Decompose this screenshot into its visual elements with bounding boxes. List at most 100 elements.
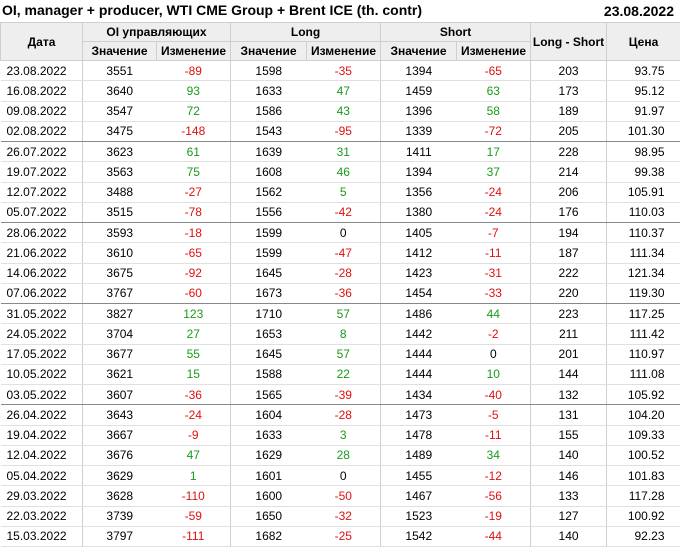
cell-oi-value: 3677: [82, 344, 157, 365]
cell-date: 02.08.2022: [0, 121, 83, 143]
cell-long-short: 176: [530, 202, 608, 224]
cell-long-change: 57: [306, 303, 382, 325]
cell-oi-change: -24: [156, 404, 232, 426]
cell-short-value: 1423: [380, 263, 457, 284]
cell-long-short: 194: [530, 222, 608, 244]
cell-long-change: -32: [306, 506, 382, 527]
cell-short-change: -44: [456, 526, 532, 548]
cell-long-change: -36: [306, 283, 382, 305]
cell-long-short: 173: [530, 80, 608, 102]
cell-long-change: -28: [306, 404, 382, 426]
cell-date: 21.06.2022: [0, 242, 83, 264]
cell-oi-value: 3797: [82, 526, 157, 548]
cell-long-change: 0: [306, 222, 382, 244]
cell-date: 09.08.2022: [0, 101, 83, 122]
cell-oi-value: 3607: [82, 384, 157, 406]
cell-long-value: 1710: [230, 303, 307, 325]
cell-short-change: 10: [456, 364, 532, 386]
cell-long-change: -39: [306, 384, 382, 406]
cell-oi-value: 3563: [82, 161, 157, 183]
cell-oi-change: -92: [156, 263, 232, 284]
cell-date: 22.03.2022: [0, 506, 83, 527]
table-row: 12.04.2022 3676 47 1629 28 1489 34 140 100.52: [0, 445, 680, 467]
cell-price: 92.23: [606, 526, 680, 548]
cell-long-change: -47: [306, 242, 382, 264]
cell-oi-value: 3643: [82, 404, 157, 426]
cell-date: 31.05.2022: [0, 303, 83, 325]
cell-long-change: -50: [306, 485, 382, 507]
cell-long-short: 223: [530, 303, 608, 325]
cell-price: 117.28: [606, 485, 680, 507]
cell-date: 15.03.2022: [0, 526, 83, 548]
cell-long-change: -95: [306, 121, 382, 143]
cell-short-change: -11: [456, 242, 532, 264]
cell-long-change: 43: [306, 101, 382, 122]
cell-oi-change: -78: [156, 202, 232, 224]
cell-price: 110.03: [606, 202, 680, 224]
cell-date: 19.07.2022: [0, 161, 83, 183]
cell-oi-value: 3629: [82, 465, 157, 487]
cell-long-short: 127: [530, 506, 608, 527]
cell-price: 104.20: [606, 404, 680, 426]
cell-short-value: 1489: [380, 445, 457, 467]
cell-long-short: 133: [530, 485, 608, 507]
cell-price: 110.97: [606, 344, 680, 365]
cell-price: 95.12: [606, 80, 680, 102]
cell-oi-value: 3551: [82, 60, 157, 82]
cell-short-change: -12: [456, 465, 532, 487]
cell-long-change: 31: [306, 141, 382, 163]
cell-oi-value: 3827: [82, 303, 157, 325]
cell-price: 105.91: [606, 182, 680, 203]
cell-short-value: 1412: [380, 242, 457, 264]
cell-oi-value: 3623: [82, 141, 157, 163]
cell-short-change: -19: [456, 506, 532, 527]
cell-long-change: 46: [306, 161, 382, 183]
cell-oi-value: 3767: [82, 283, 157, 305]
cell-short-value: 1434: [380, 384, 457, 406]
header-long-short: Long - Short: [530, 22, 608, 61]
report-title: OI, manager + producer, WTI CME Group + …: [2, 2, 423, 18]
table-row: 10.05.2022 3621 15 1588 22 1444 10 144 111.08: [0, 364, 680, 386]
cell-price: 110.37: [606, 222, 680, 244]
cell-short-value: 1444: [380, 344, 457, 365]
table-row: 17.05.2022 3677 55 1645 57 1444 0 201 110.97: [0, 344, 680, 365]
title-bar: OI, manager + producer, WTI CME Group + …: [0, 0, 680, 22]
cell-long-change: -35: [306, 60, 382, 82]
cell-oi-change: -59: [156, 506, 232, 527]
cell-long-change: 8: [306, 323, 382, 345]
cell-long-change: -28: [306, 263, 382, 284]
cell-long-short: 144: [530, 364, 608, 386]
table-row: 22.03.2022 3739 -59 1650 -32 1523 -19 127 100.92: [0, 506, 680, 527]
cell-long-short: 132: [530, 384, 608, 406]
cell-price: 98.95: [606, 141, 680, 163]
header-long-change: Изменение: [306, 41, 382, 61]
cell-short-value: 1473: [380, 404, 457, 426]
cell-oi-value: 3676: [82, 445, 157, 467]
cell-date: 26.04.2022: [0, 404, 83, 426]
cell-short-change: 17: [456, 141, 532, 163]
cell-long-value: 1682: [230, 526, 307, 548]
cell-long-value: 1633: [230, 80, 307, 102]
cell-long-value: 1639: [230, 141, 307, 163]
cell-short-value: 1380: [380, 202, 457, 224]
cell-long-value: 1556: [230, 202, 307, 224]
cell-long-short: 222: [530, 263, 608, 284]
table-row: 03.05.2022 3607 -36 1565 -39 1434 -40 132 105.92: [0, 384, 680, 406]
cell-date: 12.04.2022: [0, 445, 83, 467]
cell-long-value: 1599: [230, 242, 307, 264]
header-oi-change: Изменение: [155, 41, 232, 61]
cell-short-change: -31: [456, 263, 532, 284]
cell-short-value: 1478: [380, 425, 457, 446]
header-oi-value: Значение: [82, 41, 157, 61]
cell-date: 24.05.2022: [0, 323, 83, 345]
cell-oi-value: 3739: [82, 506, 157, 527]
cell-oi-change: 1: [156, 465, 232, 487]
report-date: 23.08.2022: [603, 3, 674, 19]
cell-oi-change: 72: [156, 101, 232, 122]
cell-long-short: 214: [530, 161, 608, 183]
cell-long-short: 131: [530, 404, 608, 426]
cell-oi-value: 3621: [82, 364, 157, 386]
cell-oi-value: 3593: [82, 222, 157, 244]
cell-price: 100.52: [606, 445, 680, 467]
cell-oi-change: -148: [156, 121, 232, 143]
